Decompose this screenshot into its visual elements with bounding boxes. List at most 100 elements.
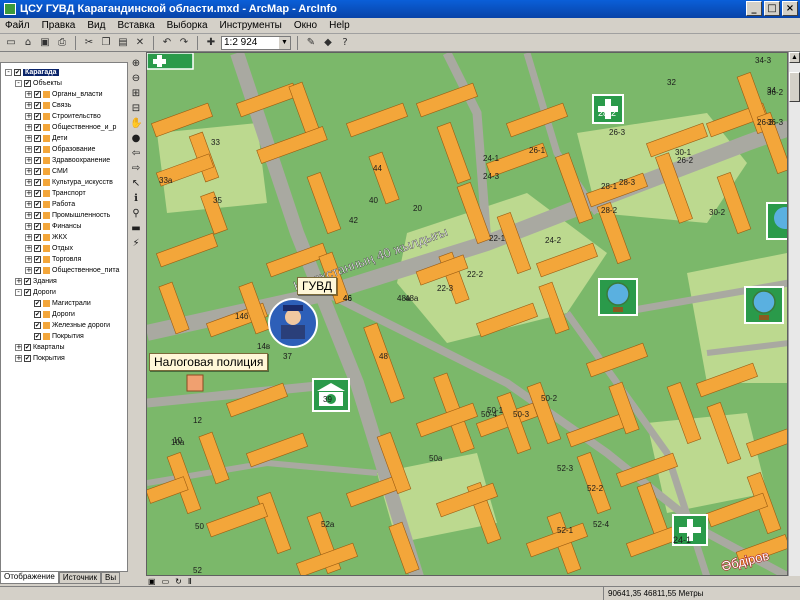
layer-visibility-checkbox[interactable]: ✔ bbox=[24, 289, 31, 296]
toc-layer-item[interactable]: + ✔ Отдых bbox=[25, 243, 73, 254]
editor-icon[interactable]: ✎ bbox=[304, 36, 318, 50]
expand-icon[interactable]: + bbox=[15, 278, 22, 285]
layer-visibility-checkbox[interactable]: ✔ bbox=[34, 168, 41, 175]
toc-layer-item[interactable]: + ✔ Культура_искусств bbox=[25, 177, 113, 188]
expand-icon[interactable]: + bbox=[25, 245, 32, 252]
layer-visibility-checkbox[interactable]: ✔ bbox=[34, 157, 41, 164]
select-icon[interactable]: ↖ bbox=[130, 178, 142, 190]
layer-visibility-checkbox[interactable]: ✔ bbox=[34, 190, 41, 197]
building-footprint[interactable] bbox=[206, 502, 268, 538]
toc-layer-item[interactable]: + ✔ Промышленность bbox=[25, 210, 110, 221]
toc-layer-item[interactable]: + ✔ Транспорт bbox=[25, 188, 86, 199]
layer-visibility-checkbox[interactable]: ✔ bbox=[34, 91, 41, 98]
data-view-icon[interactable]: ▣ bbox=[148, 577, 156, 586]
expand-icon[interactable]: + bbox=[15, 344, 22, 351]
expand-icon[interactable]: + bbox=[25, 135, 32, 142]
toc-layer-item[interactable]: + ✔ Образование bbox=[25, 144, 95, 155]
layer-visibility-checkbox[interactable]: ✔ bbox=[34, 245, 41, 252]
layer-visibility-checkbox[interactable]: ✔ bbox=[34, 267, 41, 274]
toc-layer-item[interactable]: + ✔ Кварталы bbox=[15, 342, 65, 353]
pause-icon[interactable]: Ⅱ bbox=[188, 577, 192, 586]
layer-visibility-checkbox[interactable]: ✔ bbox=[34, 201, 41, 208]
collapse-icon[interactable]: - bbox=[15, 289, 22, 296]
add-data-icon[interactable]: ✚ bbox=[204, 36, 218, 50]
expand-icon[interactable]: + bbox=[25, 113, 32, 120]
police-badge-icon[interactable] bbox=[268, 298, 318, 348]
expand-icon[interactable]: + bbox=[25, 223, 32, 230]
expand-icon[interactable]: + bbox=[25, 146, 32, 153]
toc-layer-item[interactable]: ✔ Железные дороги bbox=[25, 320, 110, 331]
map-view[interactable]: 313333а35442022-122-222-324-124-224-326-… bbox=[146, 52, 788, 576]
expand-icon[interactable]: + bbox=[25, 267, 32, 274]
measure-icon[interactable]: ▬ bbox=[130, 223, 142, 235]
minimize-button[interactable]: _ bbox=[746, 1, 762, 16]
expand-icon[interactable]: + bbox=[25, 168, 32, 175]
find-icon[interactable]: ⚲ bbox=[130, 208, 142, 220]
layer-visibility-checkbox[interactable]: ✔ bbox=[34, 223, 41, 230]
identify-icon[interactable]: ◆ bbox=[321, 36, 335, 50]
toc-layer-item[interactable]: + ✔ СМИ bbox=[25, 166, 68, 177]
chevron-down-icon[interactable]: ▼ bbox=[279, 36, 290, 49]
copy-icon[interactable]: ❐ bbox=[99, 36, 113, 50]
back-icon[interactable]: ⇦ bbox=[130, 148, 142, 160]
building-footprint[interactable] bbox=[288, 81, 320, 135]
toc-layer-item[interactable]: + ✔ Общественное_пита bbox=[25, 265, 119, 276]
expand-icon[interactable]: + bbox=[25, 157, 32, 164]
building-footprint[interactable] bbox=[506, 102, 568, 138]
school-icon[interactable] bbox=[744, 286, 784, 324]
toc-layer-item[interactable]: + ✔ ЖКХ bbox=[25, 232, 67, 243]
cut-icon[interactable]: ✂ bbox=[82, 36, 96, 50]
hyperlink-icon[interactable]: ⚡ bbox=[130, 238, 142, 250]
collapse-icon[interactable]: - bbox=[5, 69, 12, 76]
layer-visibility-checkbox[interactable]: ✔ bbox=[34, 146, 41, 153]
menu-tools[interactable]: Инструменты bbox=[219, 20, 283, 31]
layer-visibility-checkbox[interactable]: ✔ bbox=[34, 212, 41, 219]
layer-visibility-checkbox[interactable]: ✔ bbox=[34, 124, 41, 131]
building-footprint[interactable] bbox=[256, 492, 292, 554]
expand-icon[interactable]: + bbox=[15, 355, 22, 362]
layer-visibility-checkbox[interactable]: ✔ bbox=[34, 333, 41, 340]
toc-layer-item[interactable]: + ✔ Связь bbox=[25, 100, 71, 111]
full-extent-icon[interactable]: ● bbox=[130, 133, 142, 145]
toc-layer-item[interactable]: ✔ Магистрали bbox=[25, 298, 91, 309]
toc-layer-item[interactable]: + ✔ Дети bbox=[25, 133, 68, 144]
toc-layer-item[interactable]: + ✔ Покрытия bbox=[15, 353, 65, 364]
toc-layer-item[interactable]: ✔ Покрытия bbox=[25, 331, 84, 342]
collapse-icon[interactable]: - bbox=[15, 80, 22, 87]
tab-selection[interactable]: Вы bbox=[101, 572, 121, 584]
scroll-thumb[interactable] bbox=[789, 72, 800, 102]
toc-layer-item[interactable]: + ✔ Работа bbox=[25, 199, 75, 210]
toc-layer-item[interactable]: - ✔ Объекты bbox=[15, 78, 62, 89]
toc-layer-item[interactable]: + ✔ Строительство bbox=[25, 111, 101, 122]
menu-window[interactable]: Окно bbox=[293, 20, 318, 31]
layer-visibility-checkbox[interactable]: ✔ bbox=[34, 179, 41, 186]
toc-layer-item[interactable]: + ✔ Торговля bbox=[25, 254, 81, 265]
map-vertical-scrollbar[interactable]: ▲ bbox=[788, 52, 800, 576]
open-icon[interactable]: ⌂ bbox=[21, 36, 35, 50]
save-icon[interactable]: ▣ bbox=[38, 36, 52, 50]
hospital-icon[interactable] bbox=[147, 53, 194, 70]
expand-icon[interactable]: + bbox=[25, 212, 32, 219]
fixed-zoom-out-icon[interactable]: ⊟ bbox=[130, 103, 142, 115]
menu-help[interactable]: Help bbox=[328, 20, 351, 31]
building-footprint[interactable] bbox=[436, 122, 472, 184]
close-button[interactable]: × bbox=[782, 1, 798, 16]
help-icon[interactable]: ? bbox=[338, 36, 352, 50]
forward-icon[interactable]: ⇨ bbox=[130, 163, 142, 175]
layer-visibility-checkbox[interactable]: ✔ bbox=[34, 311, 41, 318]
building-footprint[interactable] bbox=[156, 232, 218, 268]
layer-visibility-checkbox[interactable]: ✔ bbox=[34, 135, 41, 142]
layer-visibility-checkbox[interactable]: ✔ bbox=[34, 300, 41, 307]
map-scale-dropdown[interactable]: 1:2 924 ▼ bbox=[221, 35, 291, 50]
layer-visibility-checkbox[interactable]: ✔ bbox=[34, 256, 41, 263]
pan-icon[interactable]: ✋ bbox=[130, 118, 142, 130]
expand-icon[interactable]: + bbox=[25, 234, 32, 241]
toc-layer-item[interactable]: + ✔ Органы_власти bbox=[25, 89, 103, 100]
building-footprint[interactable] bbox=[576, 452, 612, 514]
layer-visibility-checkbox[interactable]: ✔ bbox=[24, 344, 31, 351]
toc-layer-item[interactable]: + ✔ Общественное_и_р bbox=[25, 122, 116, 133]
toc-layer-item[interactable]: ✔ Дороги bbox=[25, 309, 75, 320]
tab-source[interactable]: Источник bbox=[58, 572, 102, 584]
toc-layer-item[interactable]: + ✔ Финансы bbox=[25, 221, 81, 232]
paste-icon[interactable]: ▤ bbox=[116, 36, 130, 50]
